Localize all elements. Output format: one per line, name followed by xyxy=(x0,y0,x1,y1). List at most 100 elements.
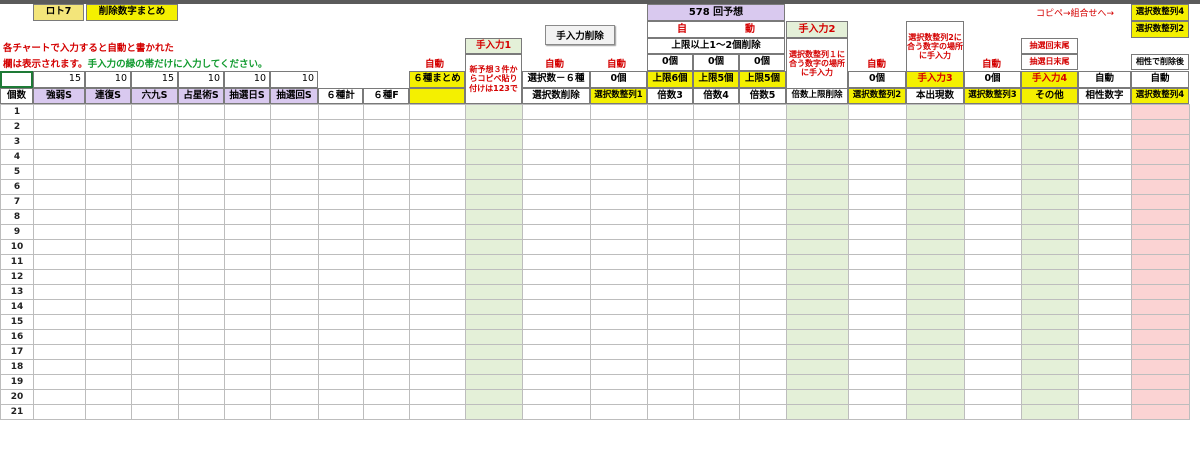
grid-cell[interactable] xyxy=(363,359,410,375)
grid-cell[interactable] xyxy=(647,374,694,390)
grid-cell[interactable] xyxy=(224,344,271,360)
grid-cell[interactable] xyxy=(590,239,648,255)
grid-cell[interactable] xyxy=(786,269,849,285)
grid-cell[interactable] xyxy=(224,194,271,210)
grid-cell[interactable] xyxy=(1131,284,1190,300)
grid-cell[interactable] xyxy=(33,299,86,315)
grid-cell[interactable] xyxy=(465,374,523,390)
grid-cell[interactable] xyxy=(786,194,849,210)
grid-cell[interactable] xyxy=(848,254,907,270)
grid-cell[interactable] xyxy=(318,389,364,405)
grid-cell[interactable] xyxy=(739,239,787,255)
grid-cell[interactable] xyxy=(1021,344,1079,360)
grid-cell[interactable] xyxy=(131,239,179,255)
grid-cell[interactable] xyxy=(906,404,965,420)
grid-cell[interactable] xyxy=(590,209,648,225)
grid-cell[interactable] xyxy=(1078,104,1132,120)
grid-cell[interactable] xyxy=(270,389,319,405)
grid-cell[interactable] xyxy=(1021,119,1079,135)
grid-cell[interactable] xyxy=(270,404,319,420)
grid-cell[interactable] xyxy=(590,254,648,270)
grid-cell[interactable] xyxy=(848,389,907,405)
grid-cell[interactable] xyxy=(522,179,591,195)
grid-cell[interactable] xyxy=(647,389,694,405)
grid-cell[interactable] xyxy=(363,344,410,360)
grid-cell[interactable] xyxy=(318,254,364,270)
grid-cell[interactable] xyxy=(1131,119,1190,135)
grid-cell[interactable] xyxy=(1078,254,1132,270)
grid-cell[interactable] xyxy=(739,344,787,360)
grid-cell[interactable] xyxy=(590,179,648,195)
grid-cell[interactable] xyxy=(409,254,466,270)
grid-cell[interactable] xyxy=(739,149,787,165)
grid-cell[interactable] xyxy=(85,359,132,375)
grid-cell[interactable] xyxy=(409,119,466,135)
grid-cell[interactable] xyxy=(1078,359,1132,375)
grid-cell[interactable] xyxy=(178,224,225,240)
grid-cell[interactable] xyxy=(848,284,907,300)
grid-cell[interactable] xyxy=(270,269,319,285)
grid-cell[interactable] xyxy=(1078,389,1132,405)
grid-cell[interactable] xyxy=(131,269,179,285)
grid-cell[interactable] xyxy=(224,119,271,135)
grid-cell[interactable] xyxy=(848,134,907,150)
grid-cell[interactable] xyxy=(786,179,849,195)
grid-cell[interactable] xyxy=(33,359,86,375)
grid-cell[interactable] xyxy=(85,299,132,315)
grid-cell[interactable] xyxy=(465,134,523,150)
grid-cell[interactable] xyxy=(848,104,907,120)
grid-cell[interactable] xyxy=(848,359,907,375)
grid-cell[interactable] xyxy=(590,299,648,315)
grid-cell[interactable] xyxy=(1021,104,1079,120)
grid-cell[interactable] xyxy=(465,284,523,300)
grid-cell[interactable] xyxy=(693,149,740,165)
grid-cell[interactable] xyxy=(647,224,694,240)
grid-cell[interactable] xyxy=(1131,179,1190,195)
grid-cell[interactable] xyxy=(409,209,466,225)
grid-cell[interactable] xyxy=(85,119,132,135)
grid-cell[interactable] xyxy=(363,269,410,285)
grid-cell[interactable] xyxy=(318,344,364,360)
grid-cell[interactable] xyxy=(1021,254,1079,270)
grid-cell[interactable] xyxy=(647,359,694,375)
grid-cell[interactable] xyxy=(465,344,523,360)
grid-cell[interactable] xyxy=(270,284,319,300)
grid-cell[interactable] xyxy=(363,299,410,315)
grid-cell[interactable] xyxy=(786,344,849,360)
grid-cell[interactable] xyxy=(270,209,319,225)
grid-cell[interactable] xyxy=(224,179,271,195)
grid-cell[interactable] xyxy=(848,164,907,180)
grid-cell[interactable] xyxy=(85,314,132,330)
grid-cell[interactable] xyxy=(85,329,132,345)
grid-cell[interactable] xyxy=(1078,194,1132,210)
grid-cell[interactable] xyxy=(1021,149,1079,165)
grid-cell[interactable] xyxy=(1078,164,1132,180)
grid-cell[interactable] xyxy=(964,224,1022,240)
grid-cell[interactable] xyxy=(906,299,965,315)
grid-cell[interactable] xyxy=(178,269,225,285)
grid-cell[interactable] xyxy=(363,389,410,405)
grid-cell[interactable] xyxy=(693,359,740,375)
grid-cell[interactable] xyxy=(590,164,648,180)
grid-cell[interactable] xyxy=(409,149,466,165)
grid-cell[interactable] xyxy=(590,119,648,135)
grid-cell[interactable] xyxy=(1131,359,1190,375)
grid-cell[interactable] xyxy=(270,314,319,330)
grid-cell[interactable] xyxy=(131,194,179,210)
grid-cell[interactable] xyxy=(739,194,787,210)
grid-cell[interactable] xyxy=(131,284,179,300)
grid-cell[interactable] xyxy=(178,134,225,150)
grid-cell[interactable] xyxy=(318,164,364,180)
grid-cell[interactable] xyxy=(590,314,648,330)
grid-cell[interactable] xyxy=(270,224,319,240)
grid-cell[interactable] xyxy=(1021,389,1079,405)
grid-cell[interactable] xyxy=(363,404,410,420)
grid-cell[interactable] xyxy=(1078,374,1132,390)
grid-cell[interactable] xyxy=(85,224,132,240)
grid-cell[interactable] xyxy=(1078,299,1132,315)
grid-cell[interactable] xyxy=(647,209,694,225)
grid-cell[interactable] xyxy=(522,404,591,420)
grid-cell[interactable] xyxy=(906,284,965,300)
grid-cell[interactable] xyxy=(363,134,410,150)
grid-cell[interactable] xyxy=(85,149,132,165)
